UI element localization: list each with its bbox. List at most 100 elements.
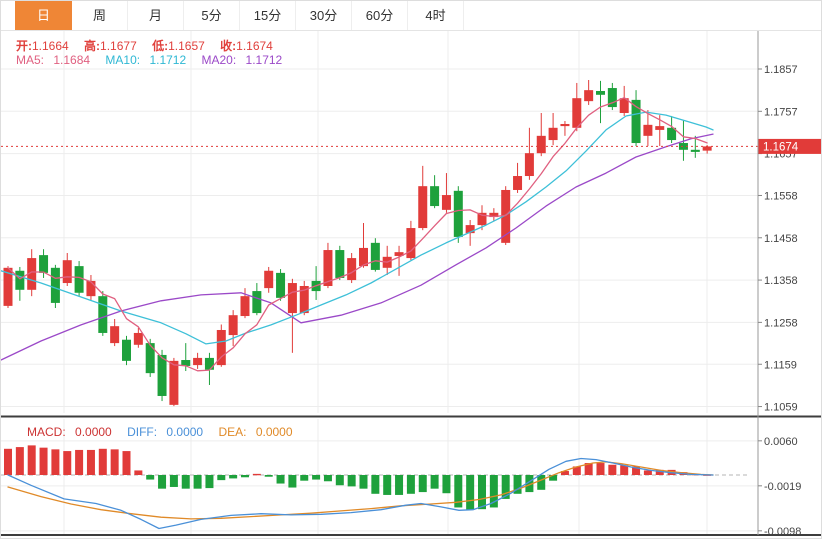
macd-histogram-bar (169, 475, 178, 487)
candle-body (204, 357, 214, 370)
candle-body (418, 186, 428, 229)
macd-histogram-bar (15, 447, 24, 475)
candle-body (86, 280, 96, 297)
macd-histogram-bar (4, 448, 12, 475)
tab-60min[interactable]: 60分 (352, 1, 408, 30)
macd-histogram-bar (347, 475, 356, 487)
macd-histogram-bar (27, 445, 36, 475)
macd-histogram-bar (264, 475, 273, 477)
macd-histogram-bar (252, 473, 261, 476)
tab-5min[interactable]: 5分 (184, 1, 240, 30)
candle-body (252, 291, 262, 314)
tab-day[interactable]: 日 (15, 1, 72, 30)
axis-tick-label: -0.0098 (764, 526, 801, 538)
candle-body (98, 296, 108, 333)
macd-histogram-bar (122, 451, 131, 475)
candle-body (441, 195, 451, 210)
axis-tick-label: 1.1358 (764, 275, 798, 287)
candle-body (193, 357, 203, 366)
macd-histogram-bar (300, 475, 309, 481)
macd-histogram-bar (229, 475, 238, 479)
candle-body (584, 90, 594, 102)
candle-body (15, 270, 25, 290)
candle-body (122, 339, 131, 361)
candle-body (370, 242, 380, 270)
macd-histogram-bar (193, 475, 202, 489)
candle-body (513, 176, 523, 190)
candle-body (228, 315, 238, 336)
candle-body (524, 153, 534, 177)
macd-histogram-bar (383, 475, 392, 495)
macd-histogram-bar (86, 449, 95, 475)
candle-body (39, 255, 49, 273)
macd-histogram-bar (51, 449, 60, 475)
macd-histogram-bar (146, 475, 155, 480)
axis-tick-label: 1.1674 (763, 141, 799, 153)
candle-body (74, 266, 84, 293)
macd-histogram-bar (39, 447, 48, 475)
tab-week[interactable]: 周 (72, 1, 128, 30)
candle-body (655, 126, 665, 130)
macd-histogram-bar (181, 475, 190, 489)
macd-histogram-bar (217, 475, 226, 481)
candle-body (145, 343, 155, 374)
candle-body (169, 360, 179, 405)
candle-body (690, 149, 700, 152)
macd-histogram-bar (323, 475, 332, 482)
macd-histogram-bar (537, 475, 546, 490)
macd-histogram-bar (241, 475, 249, 478)
macd-histogram-bar (466, 475, 475, 510)
candle-body (548, 127, 558, 141)
candle-body (264, 270, 274, 289)
macd-histogram-bar (335, 475, 344, 486)
macd-histogram-bar (288, 475, 297, 488)
candle-body (453, 190, 463, 237)
candle-body (276, 272, 286, 298)
axis-tick-label: 1.1159 (764, 359, 797, 371)
candle-body (50, 267, 60, 303)
axis-tick-label: 0.0060 (764, 436, 798, 448)
axis-tick-label: 1.1458 (764, 233, 798, 245)
macd-histogram-bar (359, 475, 368, 489)
macd-histogram-bar (395, 475, 404, 495)
macd-histogram-bar (418, 475, 427, 493)
candle-body (702, 146, 712, 151)
tab-4hour[interactable]: 4时 (408, 1, 464, 30)
macd-histogram-bar (98, 448, 107, 475)
tab-month[interactable]: 月 (128, 1, 184, 30)
candle-body (596, 90, 605, 95)
chart-window: 1.1857 1.1757 1.1657 1.1558 1.1458 1.1358 1.12… (0, 0, 822, 539)
macd-histogram-bar (205, 475, 214, 489)
macd-histogram-bar (478, 475, 486, 510)
macd-histogram-bar (371, 475, 380, 494)
candle-body (430, 186, 440, 207)
macd-histogram-bar (158, 475, 167, 489)
tab-30min[interactable]: 30分 (296, 1, 352, 30)
candle-body (536, 135, 546, 154)
macd-histogram-bar (110, 449, 119, 475)
timeframe-tabs: 日 周 月 5分 15分 30分 60分 4时 (1, 1, 821, 31)
macd-histogram-bar (406, 475, 415, 494)
macd-histogram-bar (596, 463, 605, 475)
candle-body (406, 228, 416, 259)
candle-body (240, 296, 250, 317)
macd-histogram-bar (312, 475, 321, 480)
macd-histogram-bar (430, 475, 439, 489)
candle-body (643, 124, 653, 136)
candle-body (572, 98, 582, 128)
macd-histogram-bar (608, 464, 617, 475)
candle-body (110, 326, 120, 344)
candle-body (287, 283, 297, 314)
candlestick-macd-chart[interactable]: 1.18571.17571.16571.15581.14581.13581.12… (1, 1, 822, 539)
macd-histogram-bar (442, 475, 451, 494)
axis-tick-label: 1.1059 (764, 402, 798, 414)
macd-histogram-bar (134, 470, 143, 475)
candle-body (335, 250, 345, 278)
axis-tick-label: 1.1558 (764, 190, 798, 202)
axis-tick-label: 1.1857 (764, 64, 798, 76)
axis-tick-label: 1.1757 (764, 106, 798, 118)
tab-15min[interactable]: 15分 (240, 1, 296, 30)
macd-histogram-bar (75, 449, 84, 475)
macd-histogram-bar (63, 451, 72, 475)
macd-histogram-bar (276, 475, 285, 484)
